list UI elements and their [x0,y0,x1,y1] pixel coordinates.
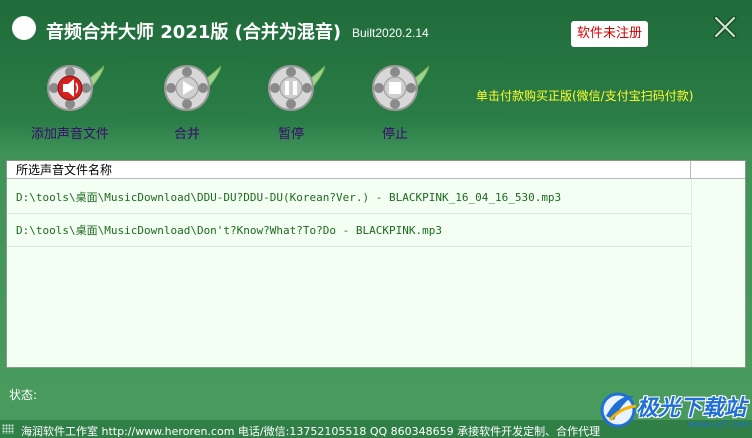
watermark-url: www.xz7.com [688,420,751,430]
window-title: 音频合并大师 2021版 (合并为混音) [46,22,342,43]
status-label: 状态: [9,388,38,402]
sound-file-list[interactable]: 所选声音文件名称 D:\tools\桌面\MusicDownload\DDU-D… [6,160,746,368]
merge-button[interactable]: 合并 [137,62,237,142]
film-reel-speaker-icon [47,65,104,111]
close-button[interactable] [710,12,740,42]
pause-button[interactable]: 暂停 [241,62,341,142]
column-divider [691,179,692,367]
film-reel-pause-icon [268,65,325,111]
stop-label: 停止 [381,127,408,142]
merge-label: 合并 [173,127,200,142]
close-x-icon [713,15,737,39]
list-item[interactable]: D:\tools\桌面\MusicDownload\DDU-DU?DDU-DU(… [7,181,691,214]
purchase-link[interactable]: 单击付款购买正版(微信/支付宝扫码付款) [476,87,693,104]
build-version: Built2020.2.14 [352,26,429,40]
film-reel-stop-icon [372,65,429,111]
registration-badge[interactable]: 软件未注册 [571,21,648,47]
column-header-file-name[interactable]: 所选声音文件名称 [7,161,691,179]
footer-contact-text: 海润软件工作室 http://www.heroren.com 电话/微信:137… [21,425,601,438]
list-item[interactable]: D:\tools\桌面\MusicDownload\Don't?Know?Wha… [7,214,691,247]
column-header-extra[interactable] [691,161,745,179]
add-sound-file-button[interactable]: 添加声音文件 [20,62,120,142]
pause-label: 暂停 [277,127,304,142]
watermark: 极光下载站 www.xz7.com [596,382,752,438]
stop-button[interactable]: 停止 [345,62,445,142]
list-header: 所选声音文件名称 [7,161,745,179]
watermark-logo-icon [600,392,637,428]
app-window: 音频合并大师 2021版 (合并为混音) Built2020.2.14 软件未注… [0,0,752,438]
app-logo-circle-icon [12,16,36,40]
watermark-text: 极光下载站 [636,396,747,421]
resize-grip-icon[interactable] [2,424,14,434]
film-reel-play-icon [164,65,221,111]
add-sound-file-label: 添加声音文件 [30,127,109,142]
